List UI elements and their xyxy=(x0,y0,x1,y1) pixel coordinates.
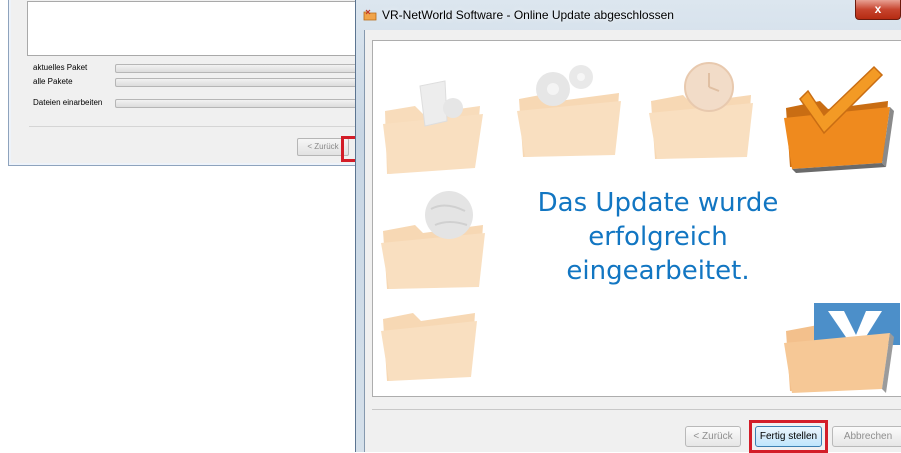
footer-divider xyxy=(372,409,901,410)
back-button[interactable]: < Zurück xyxy=(685,426,741,447)
dialog-title: VR-NetWorld Software - Online Update abg… xyxy=(382,8,674,22)
finish-highlight-box xyxy=(749,420,828,453)
tools-folder-icon xyxy=(383,80,483,174)
close-button[interactable]: x xyxy=(855,0,901,20)
success-message-line-3: eingearbeitet. xyxy=(566,256,750,286)
success-message-line-2: erfolgreich xyxy=(588,222,728,252)
cancel-button[interactable]: Abbrechen xyxy=(832,426,901,447)
all-packages-label: alle Pakete xyxy=(33,77,73,86)
update-complete-dialog: VR-NetWorld Software - Online Update abg… xyxy=(355,0,901,453)
app-icon xyxy=(363,9,377,21)
content-panel: Das Update wurde erfolgreich eingearbeit… xyxy=(372,40,901,397)
gears-folder-icon xyxy=(517,65,621,157)
process-files-label: Dateien einarbeiten xyxy=(33,98,103,107)
dialog-client: Das Update wurde erfolgreich eingearbeit… xyxy=(364,30,901,453)
success-message-line-1: Das Update wurde xyxy=(537,188,779,218)
globe-folder-icon xyxy=(381,191,485,289)
checkmark-folder-icon xyxy=(784,65,894,173)
title-bar[interactable]: VR-NetWorld Software - Online Update abg… xyxy=(356,0,901,30)
success-message: Das Update wurde erfolgreich eingearbeit… xyxy=(483,186,833,288)
empty-folder-icon xyxy=(381,313,477,381)
volksbank-folder-icon xyxy=(784,303,900,393)
clock-folder-icon xyxy=(649,62,753,159)
current-package-label: aktuelles Paket xyxy=(33,63,88,72)
